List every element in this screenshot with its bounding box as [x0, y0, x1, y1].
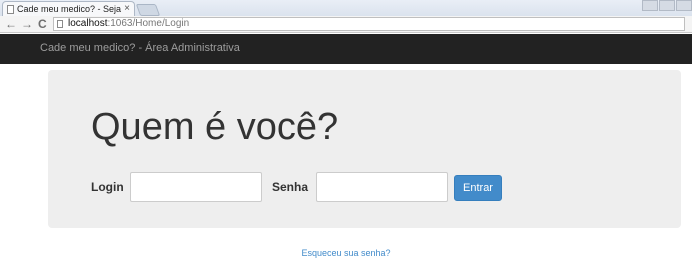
url-path: :1063/Home/Login — [107, 18, 190, 29]
arrow-left-icon[interactable]: ← — [5, 17, 17, 31]
browser-tab-strip: Cade meu medico? - Seja × — [0, 0, 692, 16]
app-navbar: Cade meu medico? - Área Administrativa — [0, 34, 692, 64]
forgot-password-link[interactable]: Esqueceu sua senha? — [0, 248, 692, 258]
page-icon — [7, 4, 14, 14]
password-label: Senha — [272, 180, 309, 194]
maximize-button[interactable] — [659, 0, 675, 11]
close-icon[interactable]: × — [124, 3, 130, 14]
minimize-button[interactable] — [642, 0, 658, 11]
arrow-right-icon[interactable]: → — [21, 17, 33, 31]
new-tab-button[interactable] — [135, 4, 161, 16]
password-input[interactable] — [316, 172, 448, 202]
address-bar[interactable]: localhost:1063/Home/Login — [53, 17, 685, 31]
page-icon — [57, 20, 63, 28]
reload-icon[interactable]: C — [38, 17, 47, 31]
login-label: Login — [91, 180, 124, 194]
navbar-brand-link[interactable]: Cade meu medico? - Área Administrativa — [40, 42, 240, 54]
close-window-button[interactable] — [676, 0, 692, 11]
url-host: localhost — [68, 18, 108, 29]
login-form: Login Senha Entrar — [48, 172, 681, 202]
window-controls — [641, 0, 692, 11]
page-title: Quem é você? — [91, 106, 339, 148]
login-panel: Quem é você? Login Senha Entrar — [48, 70, 681, 228]
tab-title: Cade meu medico? - Seja — [17, 4, 122, 14]
login-input[interactable] — [130, 172, 262, 202]
login-button[interactable]: Entrar — [454, 175, 502, 201]
browser-tab[interactable]: Cade meu medico? - Seja × — [2, 1, 135, 16]
browser-toolbar: ← → C localhost:1063/Home/Login — [0, 16, 692, 33]
